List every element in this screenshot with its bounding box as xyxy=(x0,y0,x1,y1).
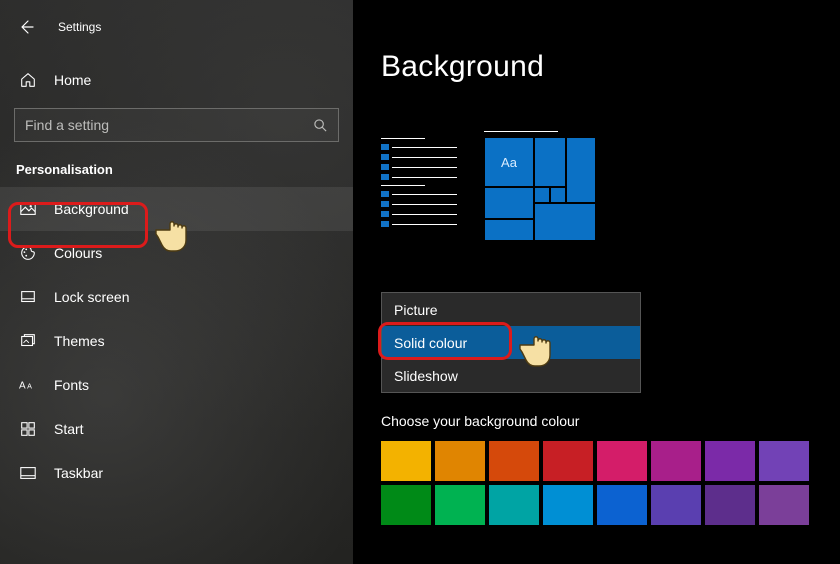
home-link[interactable]: Home xyxy=(0,58,353,102)
svg-text:A: A xyxy=(19,381,26,392)
title-bar: Settings xyxy=(0,12,353,42)
preview-sample-text: Aa xyxy=(485,138,533,186)
colour-section-label: Choose your background colour xyxy=(381,413,840,429)
sidebar-item-label: Colours xyxy=(54,245,102,261)
colour-swatch[interactable] xyxy=(705,485,755,525)
arrow-left-icon xyxy=(18,19,34,35)
colour-swatch[interactable] xyxy=(651,441,701,481)
colour-swatch[interactable] xyxy=(705,441,755,481)
dropdown-option-picture[interactable]: Picture xyxy=(382,293,640,326)
colour-swatch[interactable] xyxy=(489,485,539,525)
dropdown-option-solid[interactable]: Solid colour xyxy=(382,326,640,359)
app-title: Settings xyxy=(58,20,101,34)
sidebar-item-fonts[interactable]: AA Fonts xyxy=(0,363,353,407)
search-input[interactable]: Find a setting xyxy=(14,108,339,142)
colour-swatch[interactable] xyxy=(381,485,431,525)
sidebar-item-label: Lock screen xyxy=(54,289,129,305)
home-icon xyxy=(18,70,38,90)
themes-icon xyxy=(18,331,38,351)
palette-icon xyxy=(18,243,38,263)
colour-swatch[interactable] xyxy=(435,485,485,525)
fonts-icon: AA xyxy=(18,375,38,395)
start-icon xyxy=(18,419,38,439)
background-type-dropdown[interactable]: Picture Solid colour Slideshow xyxy=(381,292,641,393)
sidebar-item-colours[interactable]: Colours xyxy=(0,231,353,275)
sidebar-item-label: Taskbar xyxy=(54,465,103,481)
sidebar-item-start[interactable]: Start xyxy=(0,407,353,451)
picture-icon xyxy=(18,199,38,219)
main-panel: Background Aa Picture Solid colour Slide… xyxy=(353,0,840,564)
settings-sidebar: Settings Home Find a setting Personalisa… xyxy=(0,0,353,564)
preview-taskview-icon xyxy=(381,138,457,238)
colour-swatch[interactable] xyxy=(651,485,701,525)
colour-swatch[interactable] xyxy=(435,441,485,481)
search-icon xyxy=(313,118,328,133)
sidebar-item-label: Background xyxy=(54,201,129,217)
colour-swatch[interactable] xyxy=(543,485,593,525)
preview-start-tiles-icon: Aa xyxy=(485,138,593,238)
colour-swatch[interactable] xyxy=(381,441,431,481)
colour-swatch[interactable] xyxy=(759,441,809,481)
colour-swatch[interactable] xyxy=(543,441,593,481)
lockscreen-icon xyxy=(18,287,38,307)
page-title: Background xyxy=(381,50,840,84)
colour-swatches xyxy=(381,441,831,525)
sidebar-item-themes[interactable]: Themes xyxy=(0,319,353,363)
colour-swatch[interactable] xyxy=(597,485,647,525)
home-label: Home xyxy=(54,72,91,88)
search-placeholder: Find a setting xyxy=(25,117,109,133)
dropdown-option-slideshow[interactable]: Slideshow xyxy=(382,359,640,392)
colour-swatch[interactable] xyxy=(597,441,647,481)
sidebar-item-label: Fonts xyxy=(54,377,89,393)
section-heading: Personalisation xyxy=(0,142,353,187)
colour-swatch[interactable] xyxy=(759,485,809,525)
colour-swatch[interactable] xyxy=(489,441,539,481)
sidebar-item-background[interactable]: Background xyxy=(0,187,353,231)
sidebar-item-label: Themes xyxy=(54,333,105,349)
sidebar-item-lockscreen[interactable]: Lock screen xyxy=(0,275,353,319)
back-button[interactable] xyxy=(18,19,34,35)
sidebar-item-taskbar[interactable]: Taskbar xyxy=(0,451,353,495)
background-preview: Aa xyxy=(381,138,840,238)
svg-text:A: A xyxy=(27,382,32,391)
taskbar-icon xyxy=(18,463,38,483)
sidebar-item-label: Start xyxy=(54,421,84,437)
